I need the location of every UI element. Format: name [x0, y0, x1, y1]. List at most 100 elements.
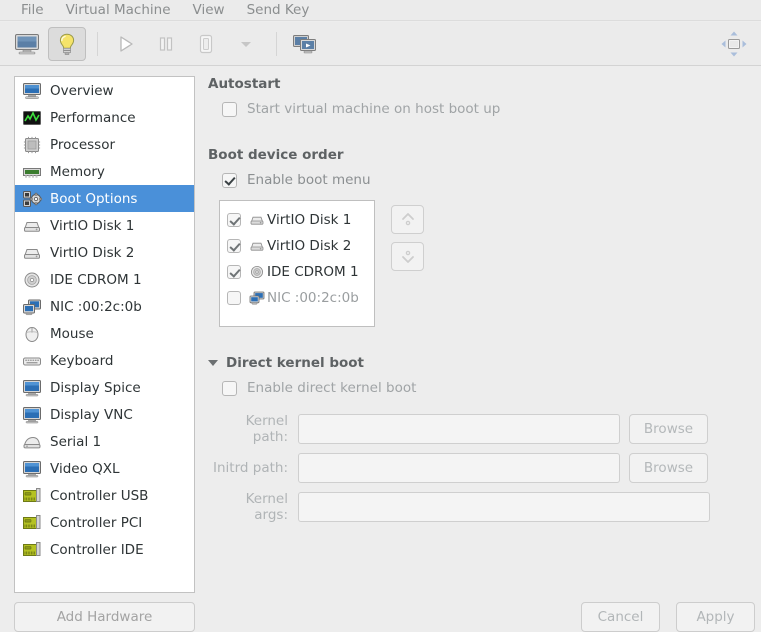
harddisk-icon: [21, 215, 43, 237]
menu-item-virtual-machine[interactable]: Virtual Machine: [55, 0, 182, 21]
boot-options-panel: Autostart Start virtual machine on host …: [208, 76, 753, 531]
sidebar-item-nic[interactable]: NIC :00:2c:0b: [15, 293, 194, 320]
screens-icon: [292, 33, 318, 55]
cdrom-icon: [248, 264, 265, 281]
boot-device-row[interactable]: VirtIO Disk 2: [220, 233, 374, 259]
triangle-down-icon: [208, 360, 218, 366]
sidebar-item-video-qxl[interactable]: Video QXL: [15, 455, 194, 482]
sidebar-item-controller-usb[interactable]: Controller USB: [15, 482, 194, 509]
enable-direct-kernel-boot-checkbox[interactable]: [222, 380, 237, 396]
sidebar-item-label: Memory: [50, 163, 105, 180]
sidebar-item-overview[interactable]: Overview: [15, 77, 194, 104]
sidebar-item-label: IDE CDROM 1: [50, 271, 142, 288]
boot-device-row[interactable]: IDE CDROM 1: [220, 259, 374, 285]
enable-boot-menu-checkbox[interactable]: [222, 172, 237, 188]
direct-kernel-boot-disclosure[interactable]: Direct kernel boot: [208, 355, 753, 371]
controller-icon: [21, 485, 43, 507]
move-down-button[interactable]: [391, 242, 424, 271]
network-icon: [248, 290, 265, 307]
sidebar-item-label: Keyboard: [50, 352, 114, 369]
cdrom-icon: [21, 269, 43, 291]
boot-order-controls: [391, 200, 424, 279]
lightbulb-icon: [56, 32, 78, 56]
initrd-path-row: Initrd path: Browse: [208, 453, 753, 483]
menu-item-file[interactable]: File: [10, 0, 55, 21]
sidebar-item-display-vnc[interactable]: Display VNC: [15, 401, 194, 428]
add-hardware-button[interactable]: Add Hardware: [14, 602, 195, 632]
kernel-path-input[interactable]: [298, 414, 620, 444]
toolbar-separator-1: [97, 31, 98, 56]
enable-boot-menu-row[interactable]: Enable boot menu: [222, 172, 753, 188]
boot-device-list[interactable]: VirtIO Disk 1 VirtIO Disk 2 IDE CDROM 1 …: [219, 200, 375, 327]
menu-item-view[interactable]: View: [182, 0, 236, 21]
kernel-path-row: Kernel path: Browse: [208, 413, 753, 445]
initrd-path-label: Initrd path:: [213, 460, 288, 476]
boot-device-label: IDE CDROM 1: [267, 264, 359, 280]
pause-button[interactable]: [147, 27, 185, 61]
sidebar-item-label: Video QXL: [50, 460, 120, 477]
apply-button[interactable]: Apply: [676, 602, 755, 632]
cancel-button[interactable]: Cancel: [581, 602, 660, 632]
memory-icon: [21, 161, 43, 183]
sidebar-item-boot-options[interactable]: Boot Options: [15, 185, 194, 212]
enable-boot-menu-label: Enable boot menu: [247, 172, 371, 188]
power-icon: [195, 33, 217, 55]
sidebar-item-display-spice[interactable]: Display Spice: [15, 374, 194, 401]
mouse-icon: [21, 323, 43, 345]
boot-device-checkbox[interactable]: [227, 291, 241, 305]
play-icon: [116, 34, 136, 54]
sidebar-item-controller-ide[interactable]: Controller IDE: [15, 536, 194, 563]
sidebar-item-label: Boot Options: [50, 190, 138, 207]
network-icon: [21, 296, 43, 318]
kernel-path-browse-button[interactable]: Browse: [629, 414, 708, 444]
boot-device-checkbox[interactable]: [227, 213, 241, 227]
sidebar-item-label: Serial 1: [50, 433, 102, 450]
show-console-button[interactable]: [8, 27, 46, 61]
toolbar: [0, 22, 761, 66]
computer-icon: [21, 80, 43, 102]
boot-device-label: VirtIO Disk 1: [267, 212, 352, 228]
sidebar-item-virtio-disk-2[interactable]: VirtIO Disk 2: [15, 239, 194, 266]
kernel-path-label: Kernel path:: [245, 413, 288, 445]
boot-device-row[interactable]: VirtIO Disk 1: [220, 207, 374, 233]
shutdown-menu-button[interactable]: [227, 27, 265, 61]
autostart-checkbox-row[interactable]: Start virtual machine on host boot up: [222, 101, 753, 117]
sidebar-item-ide-cdrom-1[interactable]: IDE CDROM 1: [15, 266, 194, 293]
keyboard-icon: [21, 350, 43, 372]
enable-direct-kernel-boot-row[interactable]: Enable direct kernel boot: [222, 380, 753, 396]
chevron-down-icon: [239, 39, 253, 49]
move-up-button[interactable]: [391, 205, 424, 234]
boot-device-row[interactable]: NIC :00:2c:0b: [220, 285, 374, 311]
display-icon: [21, 458, 43, 480]
sidebar-item-memory[interactable]: Memory: [15, 158, 194, 185]
boot-device-label: VirtIO Disk 2: [267, 238, 352, 254]
boot-device-checkbox[interactable]: [227, 265, 241, 279]
sidebar-item-label: Performance: [50, 109, 136, 126]
fullscreen-button[interactable]: [715, 27, 753, 61]
boot-device-checkbox[interactable]: [227, 239, 241, 253]
sidebar-item-serial-1[interactable]: Serial 1: [15, 428, 194, 455]
run-button[interactable]: [107, 27, 145, 61]
sidebar-item-performance[interactable]: Performance: [15, 104, 194, 131]
show-details-button[interactable]: [48, 26, 86, 61]
sidebar-item-virtio-disk-1[interactable]: VirtIO Disk 1: [15, 212, 194, 239]
menubar: File Virtual Machine View Send Key: [0, 0, 761, 21]
sidebar-item-processor[interactable]: Processor: [15, 131, 194, 158]
sidebar-item-label: Controller PCI: [50, 514, 143, 531]
hardware-list[interactable]: Overview Performance Processor Memory Bo…: [14, 76, 195, 593]
autostart-checkbox[interactable]: [222, 101, 237, 117]
controller-icon: [21, 539, 43, 561]
initrd-path-browse-button[interactable]: Browse: [629, 453, 708, 483]
kernel-args-input[interactable]: [298, 492, 710, 522]
sidebar-item-keyboard[interactable]: Keyboard: [15, 347, 194, 374]
initrd-path-input[interactable]: [298, 453, 620, 483]
sidebar-item-mouse[interactable]: Mouse: [15, 320, 194, 347]
harddisk-icon: [248, 238, 265, 255]
sidebar-item-label: Display VNC: [50, 406, 133, 423]
shutdown-button[interactable]: [187, 27, 225, 61]
menu-item-send-key[interactable]: Send Key: [236, 0, 321, 21]
snapshots-button[interactable]: [286, 27, 324, 61]
sidebar-item-controller-pci[interactable]: Controller PCI: [15, 509, 194, 536]
cpu-icon: [21, 134, 43, 156]
chevron-up-icon: [399, 211, 417, 229]
